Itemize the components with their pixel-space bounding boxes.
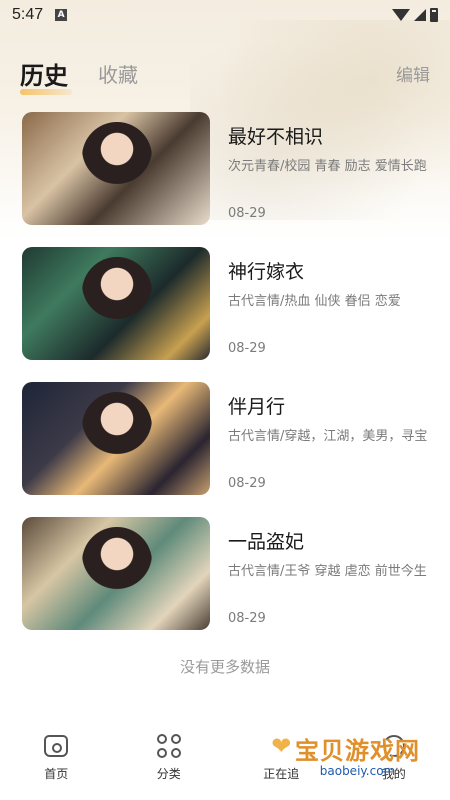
item-date: 08-29 [228,476,266,491]
tab-favorites[interactable]: 收藏 [98,59,138,88]
page-header: 历史 收藏 编辑 [0,50,450,96]
battery-icon [430,8,438,22]
tab-history[interactable]: 历史 [20,56,72,95]
nav-label: 首页 [44,766,69,781]
edit-button[interactable]: 编辑 [396,61,430,86]
item-title: 神行嫁衣 [228,261,305,283]
no-more-data-label: 没有更多数据 [179,658,270,676]
item-info: 伴月行 古代言情/穿越，江湖，美男，寻宝 08-29 [228,382,432,495]
item-description: 古代言情/热血 仙侠 眷侣 恋爱 [228,294,401,309]
cover-image [22,382,210,495]
list-item[interactable]: 伴月行 古代言情/穿越，江湖，美男，寻宝 08-29 [22,382,432,495]
item-title: 伴月行 [228,396,286,418]
item-date: 08-29 [228,206,266,221]
watermark-text: 宝贝游戏网 [295,737,420,765]
nav-home[interactable]: 首页 [16,733,96,782]
cover-image [22,112,210,225]
item-info: 一品盗妃 古代言情/王爷 穿越 虐恋 前世今生 08-29 [228,517,432,630]
heart-icon: ❤ [271,731,292,760]
item-title: 最好不相识 [228,126,324,148]
item-description: 次元青春/校园 青春 励志 爱情长跑 [228,159,427,174]
item-description: 古代言情/王爷 穿越 虐恋 前世今生 [228,564,427,579]
nav-category[interactable]: 分类 [129,733,209,782]
home-icon [43,733,69,759]
signal-icon [414,9,426,21]
item-title: 一品盗妃 [228,531,305,553]
status-bar: 5:47 A [0,0,450,30]
cover-image [22,517,210,630]
nav-label: 正在追 [263,766,300,781]
list-item[interactable]: 一品盗妃 古代言情/王爷 穿越 虐恋 前世今生 08-29 [22,517,432,630]
category-icon [156,733,182,759]
history-list: 最好不相识 次元青春/校园 青春 励志 爱情长跑 08-29 神行嫁衣 古代言情… [22,112,432,652]
item-date: 08-29 [228,341,266,356]
site-watermark: 宝贝游戏网 baobeiy.com [295,731,420,778]
item-description: 古代言情/穿越，江湖，美男，寻宝 [228,429,428,444]
notification-icon: A [55,9,68,21]
list-item[interactable]: 最好不相识 次元青春/校园 青春 励志 爱情长跑 08-29 [22,112,432,225]
watermark-url: baobeiy.com [319,764,396,778]
list-item[interactable]: 神行嫁衣 古代言情/热血 仙侠 眷侣 恋爱 08-29 [22,247,432,360]
wifi-icon [392,9,410,21]
item-info: 最好不相识 次元青春/校园 青春 励志 爱情长跑 08-29 [228,112,432,225]
nav-label: 分类 [156,766,181,781]
item-info: 神行嫁衣 古代言情/热血 仙侠 眷侣 恋爱 08-29 [228,247,432,360]
item-date: 08-29 [228,611,266,626]
status-icons [392,8,438,22]
cover-image [22,247,210,360]
status-time: 5:47 [12,6,44,23]
